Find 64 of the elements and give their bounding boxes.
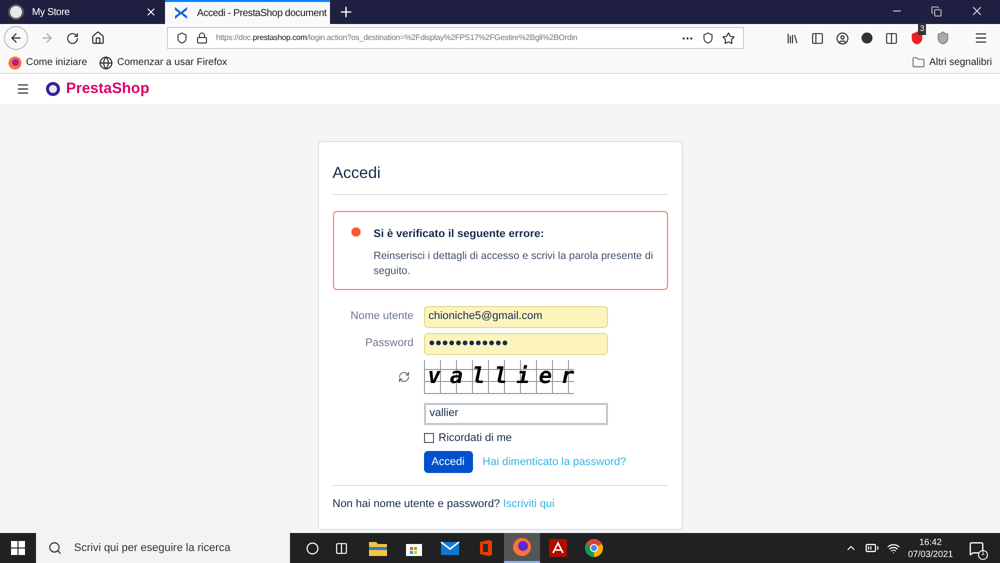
pdf-icon bbox=[549, 539, 567, 557]
new-tab-icon[interactable] bbox=[338, 4, 354, 20]
library-icon[interactable] bbox=[786, 32, 799, 44]
error-icon bbox=[350, 226, 362, 238]
notifications-icon[interactable] bbox=[969, 540, 984, 556]
home-icon[interactable] bbox=[91, 31, 105, 45]
input-field[interactable]: ●●●●●●●●●●●● bbox=[424, 332, 608, 354]
restore-icon[interactable] bbox=[931, 6, 942, 16]
tab-title: Accedi - PrestaShop document bbox=[197, 6, 326, 20]
bookmark[interactable]: Comenzar a usar Firefox bbox=[99, 55, 228, 70]
bookmark-folder[interactable]: Altri segnalibri bbox=[912, 55, 992, 70]
clock-time: 16:42 bbox=[919, 536, 942, 548]
office-icon bbox=[478, 539, 494, 557]
tab-title: My Store bbox=[32, 6, 71, 20]
chrome-icon bbox=[584, 538, 604, 558]
url-text: https://doc.prestashop.com/login.action?os_destination=%2Fdisplay%2FPS17%2FGestire%2Bgli%2BOrdin bbox=[216, 32, 578, 44]
folder-icon bbox=[368, 539, 388, 557]
field-label: Password bbox=[364, 336, 414, 352]
signup-text: Non hai nome utente e password? Iscriviti qui bbox=[332, 485, 668, 512]
shield-icon bbox=[176, 32, 188, 44]
shield-icon[interactable] bbox=[910, 31, 924, 45]
count-badge: 3 bbox=[918, 23, 926, 35]
firefox-icon bbox=[8, 56, 22, 70]
bookmark[interactable]: Come iniziare bbox=[8, 55, 88, 70]
address-bar[interactable]: https://doc.prestashop.com/login.action?os_destination=%2Fdisplay%2FPS17%2FGestire%2Bgli%2BOrdin bbox=[167, 27, 744, 49]
browser-tab[interactable]: My Store bbox=[0, 0, 165, 24]
lock-icon bbox=[196, 32, 208, 44]
search-placeholder: Scrivi qui per eseguire la ricerca bbox=[74, 540, 231, 556]
folder-icon bbox=[912, 56, 926, 69]
battery-icon[interactable] bbox=[864, 541, 879, 555]
error-title: Si è verificato il seguente errore: bbox=[374, 227, 546, 242]
star-icon[interactable] bbox=[722, 32, 735, 44]
clock-date: 07/03/2021 bbox=[908, 548, 953, 560]
close-icon[interactable] bbox=[970, 4, 984, 18]
site-logo[interactable]: PrestaShop bbox=[46, 78, 150, 100]
firefox-icon bbox=[512, 537, 532, 557]
cortana-icon[interactable] bbox=[306, 542, 319, 554]
reload-icon[interactable] bbox=[66, 32, 79, 44]
error-message: Reinserisci i dettagli di accesso e scrivi la parola presente di seguito. bbox=[374, 248, 654, 278]
cross-icon bbox=[173, 5, 189, 21]
login-button[interactable]: Accedi bbox=[424, 451, 473, 473]
login-title: Accedi bbox=[332, 162, 668, 195]
field-label: Nome utente bbox=[350, 309, 414, 324]
search-icon bbox=[48, 541, 62, 555]
back-button[interactable] bbox=[4, 26, 28, 50]
captcha-input[interactable]: vallier bbox=[424, 402, 608, 424]
task-view-icon[interactable] bbox=[335, 542, 348, 554]
account-icon[interactable] bbox=[836, 32, 849, 44]
menu-icon[interactable] bbox=[16, 82, 30, 96]
wifi-icon[interactable] bbox=[886, 542, 900, 554]
windows-icon[interactable] bbox=[11, 541, 25, 555]
search-field[interactable]: Scrivi qui per eseguire la ricerca bbox=[36, 533, 290, 563]
close-icon[interactable] bbox=[145, 6, 157, 18]
captcha-image: vallier bbox=[424, 360, 574, 394]
input-field[interactable]: chioniche5@gmail.com bbox=[424, 306, 608, 328]
back-icon bbox=[9, 31, 23, 45]
globe-icon bbox=[99, 56, 114, 70]
refresh-icon[interactable] bbox=[398, 370, 410, 382]
browser-tab[interactable]: Accedi - PrestaShop document bbox=[165, 0, 330, 24]
checkbox[interactable] bbox=[424, 432, 434, 443]
envelope-icon bbox=[440, 540, 460, 556]
checkbox-label: Ricordati di me bbox=[438, 430, 512, 446]
menu-icon[interactable] bbox=[974, 31, 988, 45]
sidebar-icon[interactable] bbox=[811, 32, 824, 44]
